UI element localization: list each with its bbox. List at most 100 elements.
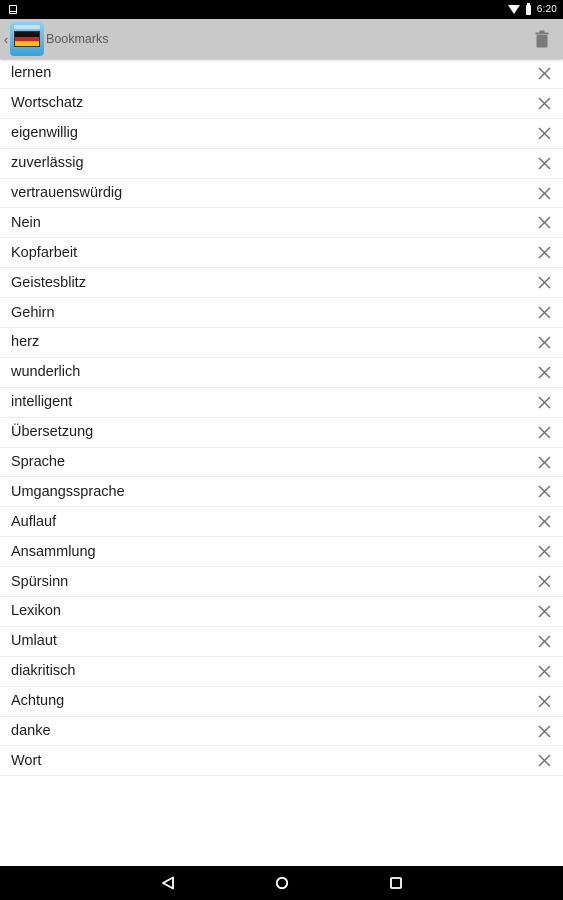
home-button[interactable]: [225, 866, 339, 900]
bookmark-row[interactable]: Lexikon: [0, 597, 563, 627]
remove-bookmark-button[interactable]: [536, 215, 552, 231]
home-up-button[interactable]: ‹ Bookmarks: [0, 19, 109, 59]
remove-bookmark-button[interactable]: [536, 454, 552, 470]
bookmark-word: herz: [11, 334, 40, 351]
bookmark-word: vertrauenswürdig: [11, 185, 123, 201]
remove-bookmark-button[interactable]: [536, 574, 552, 590]
remove-bookmark-button[interactable]: [536, 245, 552, 261]
phone-notification-icon: [9, 5, 17, 14]
close-icon: [538, 725, 550, 738]
close-icon: [538, 545, 550, 558]
bookmark-row[interactable]: Umgangssprache: [0, 477, 563, 508]
bookmark-row[interactable]: Sprache: [0, 448, 563, 478]
remove-bookmark-button[interactable]: [536, 424, 552, 440]
bookmark-word: Wortschatz: [11, 95, 84, 112]
bookmark-row[interactable]: eigenwillig: [0, 119, 563, 149]
remove-bookmark-button[interactable]: [536, 95, 552, 111]
bookmark-row[interactable]: lernen: [0, 59, 563, 89]
bookmark-word: Kopfarbeit: [11, 244, 78, 261]
remove-bookmark-button[interactable]: [536, 334, 552, 350]
remove-bookmark-button[interactable]: [536, 305, 552, 321]
bookmark-row[interactable]: wunderlich: [0, 358, 563, 388]
flag-icon: [14, 31, 40, 47]
close-icon: [538, 127, 550, 140]
bookmark-word: lernen: [11, 65, 52, 82]
bookmark-row[interactable]: intelligent: [0, 388, 563, 418]
close-icon: [538, 456, 550, 469]
bookmark-row[interactable]: Übersetzung: [0, 418, 563, 448]
bookmark-word: Umgangssprache: [11, 483, 125, 500]
remove-bookmark-button[interactable]: [536, 603, 552, 619]
bookmark-word: Gehirn: [11, 304, 55, 321]
bookmark-row[interactable]: Wort: [0, 746, 563, 777]
remove-bookmark-button[interactable]: [536, 394, 552, 410]
recents-button[interactable]: [339, 866, 453, 900]
remove-bookmark-button[interactable]: [536, 663, 552, 679]
bookmark-word: Geistesblitz: [11, 274, 86, 291]
bookmark-row[interactable]: Kopfarbeit: [0, 238, 563, 269]
bookmark-row[interactable]: zuverlässig: [0, 149, 563, 179]
close-icon: [538, 485, 550, 498]
remove-bookmark-button[interactable]: [536, 275, 552, 291]
chevron-left-icon: ‹: [3, 31, 9, 47]
bookmark-row[interactable]: Achtung: [0, 687, 563, 717]
bookmark-word: Auflauf: [11, 513, 57, 530]
back-button[interactable]: [111, 866, 225, 900]
home-icon: [275, 876, 288, 890]
bookmark-row[interactable]: Auflauf: [0, 507, 563, 538]
bookmark-word: eigenwillig: [11, 125, 78, 142]
remove-bookmark-button[interactable]: [536, 155, 552, 171]
german-flag-app-icon: [10, 22, 44, 56]
bookmark-word: danke: [11, 723, 51, 740]
bookmark-row[interactable]: herz: [0, 328, 563, 358]
bookmark-list: lernen Wortschatz eigenwillig zuverlässig ve…: [0, 59, 563, 777]
delete-all-button[interactable]: [531, 24, 553, 54]
recents-icon: [389, 877, 402, 889]
remove-bookmark-button[interactable]: [536, 693, 552, 709]
remove-bookmark-button[interactable]: [536, 753, 552, 769]
remove-bookmark-button[interactable]: [536, 364, 552, 380]
remove-bookmark-button[interactable]: [536, 514, 552, 530]
close-icon: [538, 97, 550, 110]
bookmark-word: Übersetzung: [11, 424, 94, 441]
close-icon: [538, 187, 550, 199]
remove-bookmark-button[interactable]: [536, 484, 552, 500]
bookmark-row[interactable]: Gehirn: [0, 298, 563, 329]
remove-bookmark-button[interactable]: [536, 125, 552, 141]
trash-icon: [535, 30, 549, 48]
battery-icon: [525, 2, 531, 15]
remove-bookmark-button[interactable]: [536, 633, 552, 649]
remove-bookmark-button[interactable]: [536, 65, 552, 81]
close-icon: [538, 306, 550, 319]
remove-bookmark-button[interactable]: [536, 723, 552, 739]
status-bar: 6:20: [0, 0, 563, 19]
bookmark-row[interactable]: diakritisch: [0, 657, 563, 687]
bookmark-word: Sprache: [11, 454, 66, 471]
bookmark-word: Lexikon: [11, 603, 61, 620]
action-bar: ‹ Bookmarks: [0, 19, 563, 59]
page-title: Bookmarks: [46, 32, 109, 46]
remove-bookmark-button[interactable]: [536, 544, 552, 560]
close-icon: [538, 67, 550, 80]
close-icon: [538, 396, 550, 409]
wifi-icon: [507, 5, 520, 14]
bookmark-row[interactable]: Umlaut: [0, 627, 563, 657]
close-icon: [538, 665, 550, 678]
status-time: 6:20: [536, 4, 557, 15]
close-icon: [538, 216, 550, 229]
bookmark-row[interactable]: danke: [0, 717, 563, 747]
bookmark-row[interactable]: vertrauenswürdig: [0, 179, 563, 209]
bookmark-word: intelligent: [11, 394, 73, 411]
bookmark-word: zuverlässig: [11, 155, 84, 172]
bookmark-word: Achtung: [11, 693, 65, 710]
bookmark-row[interactable]: Ansammlung: [0, 537, 563, 568]
bookmark-row[interactable]: Spürsinn: [0, 567, 563, 598]
remove-bookmark-button[interactable]: [536, 185, 552, 201]
bookmark-row[interactable]: Geistesblitz: [0, 268, 563, 299]
close-icon: [538, 157, 550, 170]
bookmark-word: Nein: [11, 214, 41, 231]
bookmark-row[interactable]: Wortschatz: [0, 89, 563, 119]
close-icon: [538, 515, 550, 528]
bookmark-row[interactable]: Nein: [0, 208, 563, 239]
navigation-bar: [0, 866, 563, 900]
